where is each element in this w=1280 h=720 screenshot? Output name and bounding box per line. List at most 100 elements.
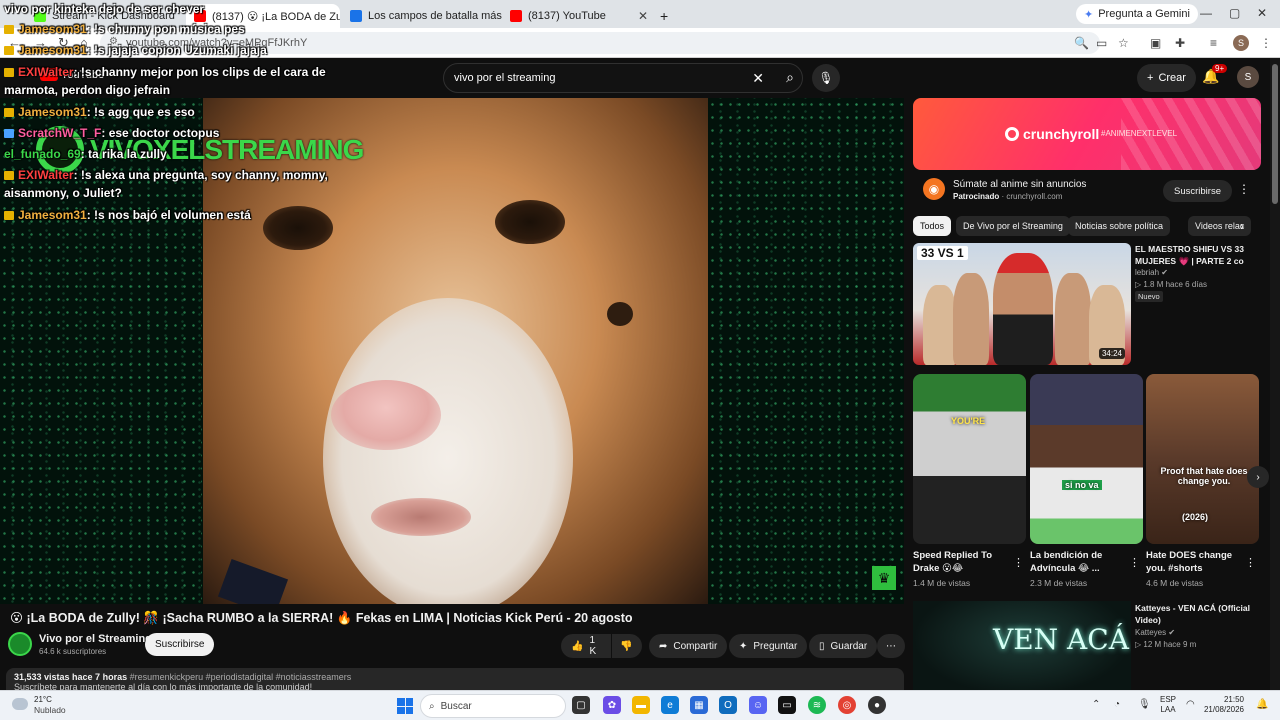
ad-title[interactable]: Súmate al anime sin anuncios	[953, 179, 1086, 190]
ask-button[interactable]: ✦ Preguntar	[729, 634, 808, 658]
channel-name[interactable]: Vivo por el Streaming	[39, 633, 152, 645]
minimize-window-icon[interactable]: —	[1200, 6, 1212, 20]
new-tab-button[interactable]: +	[660, 4, 680, 28]
input-language[interactable]: ESP LAA	[1160, 695, 1176, 715]
windows-taskbar: 21°C Nublado ⌕ Buscar ▢ ✿ ▬ e ▦ O ☺ ▭ ≋ …	[0, 690, 1280, 720]
rec-video-channel[interactable]: lebriah ✔	[1135, 268, 1168, 277]
network-icon[interactable]: ◔	[1114, 699, 1120, 710]
system-clock[interactable]: 21:50 21/08/2026	[1198, 695, 1244, 715]
sparkle-icon: ✦	[739, 640, 748, 652]
terminal-icon[interactable]: ▭	[778, 696, 796, 714]
task-view-icon[interactable]: ▢	[572, 696, 590, 714]
outlook-icon[interactable]: O	[719, 696, 737, 714]
taskbar-search-placeholder: Buscar	[440, 700, 472, 712]
more-actions-button[interactable]: ⋯	[877, 634, 905, 658]
rec-video-channel[interactable]: Katteyes ✔	[1135, 628, 1175, 637]
maximize-window-icon[interactable]: ▢	[1229, 6, 1240, 20]
short-more-icon[interactable]: ⋮	[1245, 556, 1256, 569]
description-box[interactable]: 31,533 vistas hace 7 horas #resumenkickp…	[6, 668, 904, 692]
matrix-background-right	[708, 98, 904, 604]
ask-gemini-button[interactable]: ✦ Pregunta a Gemini	[1076, 4, 1198, 24]
tab-youtube[interactable]: (8137) YouTube ✕	[502, 4, 656, 28]
browser-menu-icon[interactable]: ⋮	[1260, 36, 1272, 50]
clear-search-icon[interactable]: ✕	[752, 70, 764, 87]
chip-de-vivo-por-el-streaming[interactable]: De Vivo por el Streaming	[956, 216, 1070, 236]
search-icon[interactable]: ⌕	[786, 69, 794, 86]
page-scrollbar[interactable]	[1270, 58, 1280, 690]
voice-search-icon[interactable]: 🎙	[812, 64, 840, 92]
tray-overflow-icon[interactable]: ⌃	[1092, 699, 1100, 710]
share-button[interactable]: ➦ Compartir	[649, 634, 728, 658]
save-button[interactable]: ▯ Guardar	[809, 634, 878, 658]
short-title[interactable]: La bendición de Advíncula 😂 ...	[1030, 549, 1125, 575]
channel-avatar[interactable]	[8, 632, 32, 656]
thumb-person	[953, 273, 989, 365]
search-input[interactable]: vivo por el streaming ✕ ⌕	[443, 63, 803, 93]
hashtags[interactable]: #resumenkickperu #periodistadigital #not…	[130, 672, 352, 682]
weather-temperature[interactable]: 21°C	[34, 695, 52, 704]
crunchyroll-ad-banner[interactable]: crunchyroll #ANIMENEXTLEVEL	[913, 98, 1261, 170]
short-title[interactable]: Hate DOES change you. #shorts	[1146, 549, 1241, 575]
discord-icon[interactable]: ☺	[749, 696, 767, 714]
close-tab-icon[interactable]: ✕	[638, 9, 648, 23]
short-thumbnail[interactable]: YOU'RE	[913, 374, 1026, 544]
short-thumbnail[interactable]: Proof that hate does change you. (2026)	[1146, 374, 1259, 544]
wifi-icon[interactable]: ◠	[1186, 699, 1195, 710]
scrollbar-thumb[interactable]	[1272, 64, 1278, 204]
weather-description[interactable]: Nublado	[34, 705, 66, 715]
ad-hashtag: #ANIMENEXTLEVEL	[1101, 129, 1178, 138]
spotify-icon[interactable]: ≋	[808, 696, 826, 714]
youtube-profile-avatar[interactable]: S	[1237, 66, 1259, 88]
filter-chips: Todos De Vivo por el Streaming Noticias …	[913, 216, 1261, 238]
cloud-weather-icon[interactable]	[12, 698, 28, 710]
ad-more-icon[interactable]: ⋮	[1238, 182, 1250, 196]
mic-icon[interactable]: 🎙	[1138, 699, 1151, 710]
tab-campos-de-batalla[interactable]: Los campos de batalla más fuer ✕	[342, 4, 502, 28]
dislike-button[interactable]: 👎	[612, 634, 642, 658]
puzzle-extensions-icon[interactable]: ✚	[1175, 36, 1185, 50]
create-button[interactable]: + Crear	[1137, 64, 1196, 92]
like-button[interactable]: 👍 1 K	[561, 634, 611, 658]
search-value: vivo por el streaming	[454, 72, 556, 84]
chip-next-icon[interactable]: ›	[1240, 219, 1244, 233]
rec-video-thumbnail[interactable]: 33 VS 1 34:24	[913, 243, 1131, 365]
zoom-icon[interactable]: 🔍	[1074, 36, 1089, 50]
reading-list-icon[interactable]: ≡	[1210, 36, 1217, 50]
views-and-time: 31,533 vistas hace 7 horas	[14, 672, 128, 682]
close-window-icon[interactable]: ✕	[1257, 6, 1267, 20]
rec-video-title[interactable]: Katteyes - VEN ACÁ (Official Video)	[1135, 602, 1265, 626]
subscribe-button[interactable]: Suscribirse	[145, 633, 215, 656]
chat-line: aisanmony, o Juliet?	[4, 186, 122, 200]
bookmark-star-icon[interactable]: ☆	[1118, 36, 1129, 50]
new-badge: Nuevo	[1135, 291, 1163, 302]
thumb-person	[993, 253, 1053, 365]
chrome-icon[interactable]: ◎	[838, 696, 856, 714]
notifications-icon[interactable]: 🔔	[1256, 699, 1268, 710]
video-title: 😮 ¡La BODA de Zully! 🎊 ¡Sacha RUMBO a la…	[10, 611, 633, 625]
short-views: 4.6 M de vistas	[1146, 578, 1204, 588]
rec-video-thumbnail[interactable]: VEN ACÁ	[913, 601, 1131, 696]
chip-todos[interactable]: Todos	[913, 216, 952, 236]
file-explorer-icon[interactable]: ▬	[632, 696, 650, 714]
browser-profile-avatar[interactable]: S	[1233, 35, 1249, 51]
shorts-next-icon[interactable]: ›	[1247, 466, 1269, 488]
short-thumbnail[interactable]: si no va	[1030, 374, 1143, 544]
rec-video-title[interactable]: EL MAESTRO SHIFU VS 33 MUJERES 💗 | PARTE…	[1135, 243, 1265, 267]
store-icon[interactable]: ▦	[690, 696, 708, 714]
crunchyroll-icon[interactable]: ◉	[923, 178, 945, 200]
cast-icon[interactable]: ▭	[1096, 36, 1107, 50]
short-title[interactable]: Speed Replied To Drake 😮😂	[913, 549, 1008, 575]
windows-start-icon[interactable]	[397, 698, 413, 714]
extension-icon[interactable]: ▣	[1150, 36, 1161, 50]
short-more-icon[interactable]: ⋮	[1129, 556, 1140, 569]
app-icon[interactable]: ●	[868, 696, 886, 714]
chip-noticias-politica[interactable]: Noticias sobre política	[1068, 216, 1171, 236]
ad-subscribe-button[interactable]: Suscribirse	[1163, 180, 1232, 202]
chat-line: Jamesom31: !s chunny pon música pes	[4, 22, 245, 36]
copilot-icon[interactable]: ✿	[603, 696, 621, 714]
taskbar-search-input[interactable]: ⌕ Buscar	[420, 694, 566, 718]
rec-video-meta: ▷ 12 M hace 9 m	[1135, 640, 1197, 649]
chat-line-top: vivo por kinteka dejo de ser chever	[4, 2, 205, 16]
short-more-icon[interactable]: ⋮	[1013, 556, 1024, 569]
edge-icon[interactable]: e	[661, 696, 679, 714]
